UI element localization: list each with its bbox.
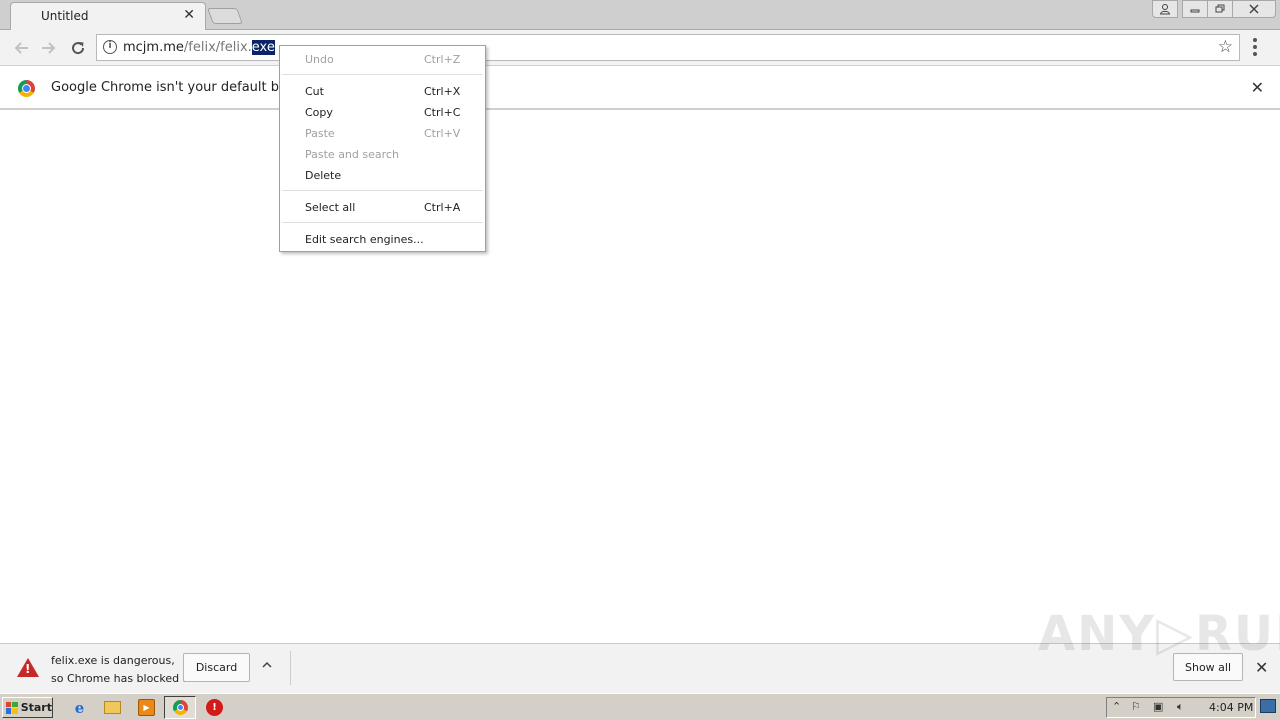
discard-button[interactable]: Discard xyxy=(183,653,250,682)
context-menu: Undo Ctrl+Z Cut Ctrl+X Copy Ctrl+C Paste… xyxy=(279,45,486,252)
reload-button[interactable] xyxy=(66,36,90,60)
taskbar: Start e ▶ ! ⌃ ⚐ ▣ 🔈︎ 4:04 PM xyxy=(0,693,1280,720)
menu-separator xyxy=(282,190,483,191)
action-center-flag-icon[interactable]: ⚐ xyxy=(1131,700,1141,713)
menu-separator xyxy=(282,222,483,223)
file-explorer-icon[interactable] xyxy=(104,701,121,714)
menu-item-paste[interactable]: Paste Ctrl+V xyxy=(280,124,485,144)
tab-active[interactable]: Untitled ✕ xyxy=(10,2,206,30)
windows-logo-icon xyxy=(6,701,18,714)
volume-icon[interactable]: 🔈︎ xyxy=(1177,700,1184,714)
bookmark-star-icon[interactable]: ☆ xyxy=(1218,37,1233,57)
chevron-up-icon[interactable] xyxy=(261,659,273,673)
clock[interactable]: 4:04 PM xyxy=(1209,701,1253,714)
url-path: /felix/felix. xyxy=(183,40,252,55)
tab-strip: Untitled ✕ xyxy=(0,0,1280,30)
system-tray: ⌃ ⚐ ▣ 🔈︎ 4:04 PM xyxy=(1106,697,1256,718)
network-icon[interactable]: ▣ xyxy=(1153,700,1163,713)
toolbar: i mcjm.me/felix/felix.exe ☆ xyxy=(0,30,1280,66)
chrome-icon xyxy=(173,700,188,715)
restore-button[interactable] xyxy=(1207,0,1233,18)
tab-title: Untitled xyxy=(41,9,89,23)
warning-icon xyxy=(17,658,39,677)
download-warning-text: felix.exe is dangerous, so Chrome has bl… xyxy=(51,652,193,688)
download-warning-line1: felix.exe is dangerous, xyxy=(51,654,175,667)
menu-item-paste-and-search[interactable]: Paste and search xyxy=(280,145,485,165)
menu-item-copy[interactable]: Copy Ctrl+C xyxy=(280,103,485,123)
media-player-icon[interactable]: ▶ xyxy=(138,699,155,716)
shelf-divider xyxy=(290,651,291,685)
chrome-menu-button[interactable] xyxy=(1253,38,1259,59)
taskbar-chrome-button[interactable] xyxy=(164,696,196,719)
tab-close-icon[interactable]: ✕ xyxy=(183,7,195,23)
menu-item-delete[interactable]: Delete xyxy=(280,166,485,186)
url-selection: exe xyxy=(251,40,275,55)
tray-expand-icon[interactable]: ⌃ xyxy=(1112,700,1121,713)
minimize-button[interactable] xyxy=(1182,0,1208,18)
profile-icon[interactable] xyxy=(1152,0,1178,18)
window-close-button[interactable] xyxy=(1232,0,1276,18)
start-label: Start xyxy=(20,701,52,714)
stop-sign-icon[interactable]: ! xyxy=(206,699,223,716)
show-desktop-button[interactable] xyxy=(1260,699,1276,713)
back-button[interactable] xyxy=(10,36,34,60)
info-icon[interactable]: i xyxy=(103,40,117,54)
chrome-logo-icon xyxy=(18,80,35,97)
forward-button[interactable] xyxy=(36,36,60,60)
menu-item-cut[interactable]: Cut Ctrl+X xyxy=(280,82,485,102)
url-host: mcjm.me xyxy=(123,40,184,55)
default-browser-infobar: Google Chrome isn't your default browser… xyxy=(0,66,1280,110)
download-warning-line2: so Chrome has blocked it. xyxy=(51,672,194,685)
new-tab-button[interactable] xyxy=(207,8,243,24)
url-text[interactable]: mcjm.me/felix/felix.exe xyxy=(123,40,275,55)
menu-item-edit-search-engines[interactable]: Edit search engines... xyxy=(280,230,485,250)
menu-item-undo[interactable]: Undo Ctrl+Z xyxy=(280,50,485,70)
menu-item-select-all[interactable]: Select all Ctrl+A xyxy=(280,198,485,218)
infobar-close-icon[interactable]: ✕ xyxy=(1251,78,1264,97)
start-button[interactable]: Start xyxy=(2,697,53,718)
anyrun-watermark: ANY▷RUN xyxy=(1038,606,1280,662)
internet-explorer-icon[interactable]: e xyxy=(71,699,88,717)
address-bar[interactable]: i mcjm.me/felix/felix.exe ☆ xyxy=(96,34,1240,61)
menu-separator xyxy=(282,74,483,75)
